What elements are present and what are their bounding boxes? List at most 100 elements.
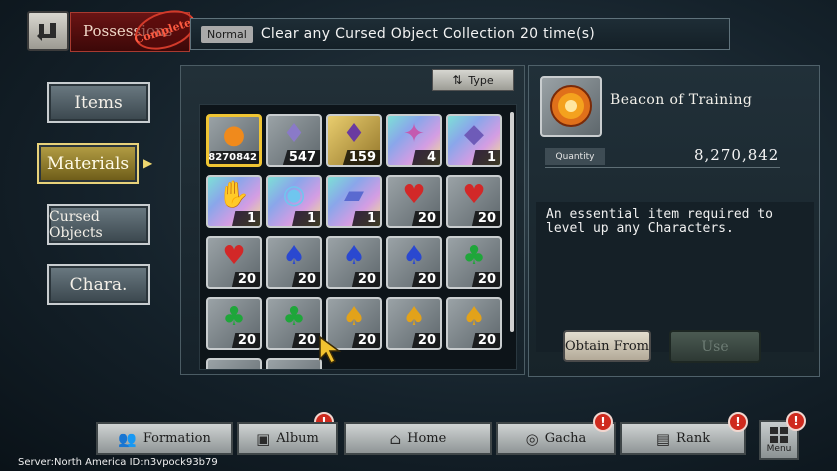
item-count: 20 [411,272,440,287]
tab-materials[interactable]: Materials [37,143,139,184]
item-slot[interactable]: ✋ 1 [206,175,262,228]
rank-alert-badge: ! [728,412,748,432]
house-icon: ⌂ [389,429,402,448]
mission-banner[interactable]: Normal Clear any Cursed Object Collectio… [190,18,730,50]
green-flame-icon: ♣ [222,302,246,332]
item-slot[interactable]: ♥ 20 [386,175,442,228]
menu-label: Menu [766,444,792,454]
back-arrow-icon [37,23,56,41]
mission-text: Clear any Cursed Object Collection 20 ti… [260,26,596,42]
item-slot-partial[interactable] [266,358,322,369]
item-slot-partial[interactable] [206,358,262,369]
item-count: 1 [232,211,260,226]
quantity-divider [545,167,780,168]
item-count: 4 [412,150,440,165]
nav-rank[interactable]: ▤ Rank [620,422,746,455]
red-flame-icon: ♥ [462,180,486,210]
flame-orb-icon [550,85,592,127]
yellow-flame-icon: ♠ [402,302,426,332]
menu-alert-badge: ! [786,411,806,431]
tab-items[interactable]: Items [47,82,150,123]
active-tab-arrow-icon: ▶ [143,156,153,170]
hand-crystal-icon: ✋ [217,180,251,210]
green-flame-icon: ♣ [462,241,486,271]
swirl-icon: ◎ [525,429,539,448]
item-slot[interactable]: ◉ 1 [266,175,322,228]
back-button[interactable] [27,11,69,51]
item-count: 1 [352,211,380,226]
item-slot[interactable]: ♥ 20 [206,236,262,289]
ticket-icon: ▤ [655,429,671,448]
nav-home-label: Home [407,431,447,446]
item-slot[interactable]: ♠ 20 [386,297,442,350]
quantity-label: Quantity [545,148,605,165]
item-slot[interactable]: ♥ 20 [446,175,502,228]
grid-scrollbar[interactable] [510,112,514,332]
item-slot[interactable]: ♠ 20 [446,297,502,350]
detail-item-name: Beacon of Training [610,92,753,108]
detail-item-icon [540,76,602,137]
nav-album[interactable]: ▣ Album [237,422,338,455]
server-info: Server:North America ID:n3vpock93b79 [18,457,218,468]
blue-flame-icon: ♠ [282,241,306,271]
obtain-from-button[interactable]: Obtain From [563,330,651,362]
item-count: 159 [342,150,380,165]
item-slot[interactable]: ♣ 20 [446,236,502,289]
item-slot[interactable]: ✦ 4 [386,114,442,167]
item-slot[interactable]: ♣ 20 [206,297,262,350]
item-slot[interactable]: ◆ 1 [446,114,502,167]
item-count: 20 [291,333,320,348]
use-button[interactable]: Use [669,330,761,363]
yellow-flame-icon: ♠ [342,302,366,332]
item-slot[interactable]: ♠ 20 [326,236,382,289]
item-slot[interactable]: ● 8270842 [206,114,262,167]
crystal-ball-icon: ◉ [282,180,306,210]
nav-formation[interactable]: 👥 Formation [96,422,233,455]
item-count: 20 [231,272,260,287]
green-flame-icon: ♣ [282,302,306,332]
pointer-cursor-icon [319,335,342,365]
item-count: 20 [231,333,260,348]
tab-cursed-objects[interactable]: Cursed Objects [47,204,150,245]
item-slot[interactable]: ♠ 20 [386,236,442,289]
red-flame-icon: ♥ [222,241,246,271]
item-count: 20 [471,272,500,287]
violet-crystal-icon: ♦ [342,119,366,149]
nav-home[interactable]: ⌂ Home [344,422,492,455]
item-count: 1 [472,150,500,165]
picture-icon: ▣ [256,429,271,448]
blue-flame-icon: ♠ [342,241,366,271]
mission-difficulty-badge: Normal [201,25,253,43]
item-count: 20 [411,211,440,226]
item-slot[interactable]: ♦ 159 [326,114,382,167]
item-count: 547 [282,150,320,165]
sort-icon: ⇅ [452,73,463,87]
item-count: 20 [351,333,380,348]
item-slot[interactable]: ♣ 20 [266,297,322,350]
nav-gacha-label: Gacha [544,431,587,446]
item-count: 20 [411,333,440,348]
item-count: 20 [351,272,380,287]
item-grid: ● 8270842 ♦ 547 ♦ 159 ✦ 4 ◆ 1 ✋ 1 ◉ 1 ▰ 1 ♥ 20 ♥ 20 ♥ 20 ♠ 20 ♠ 2… [199,104,517,370]
nav-rank-label: Rank [676,431,711,446]
item-count: 8270842 [209,151,259,164]
book-icon: ▰ [344,180,364,210]
red-flame-icon: ♥ [402,180,426,210]
gacha-alert-badge: ! [593,412,613,432]
item-slot[interactable]: ♦ 547 [266,114,322,167]
people-icon: 👥 [118,429,137,448]
sort-type-label: Type [468,73,494,87]
flame-orb-icon: ● [222,120,246,150]
item-count: 20 [471,211,500,226]
nav-formation-label: Formation [142,431,211,446]
item-count: 20 [291,272,320,287]
yellow-flame-icon: ♠ [462,302,486,332]
item-slot[interactable]: ♠ 20 [266,236,322,289]
item-count: 20 [471,333,500,348]
blue-flame-icon: ♠ [402,241,426,271]
item-slot[interactable]: ▰ 1 [326,175,382,228]
tab-chara[interactable]: Chara. [47,264,150,305]
item-description: An essential item required to level up a… [546,207,773,236]
sort-type-button[interactable]: ⇅ Type [432,69,514,91]
shard-icon: ◆ [464,119,484,149]
